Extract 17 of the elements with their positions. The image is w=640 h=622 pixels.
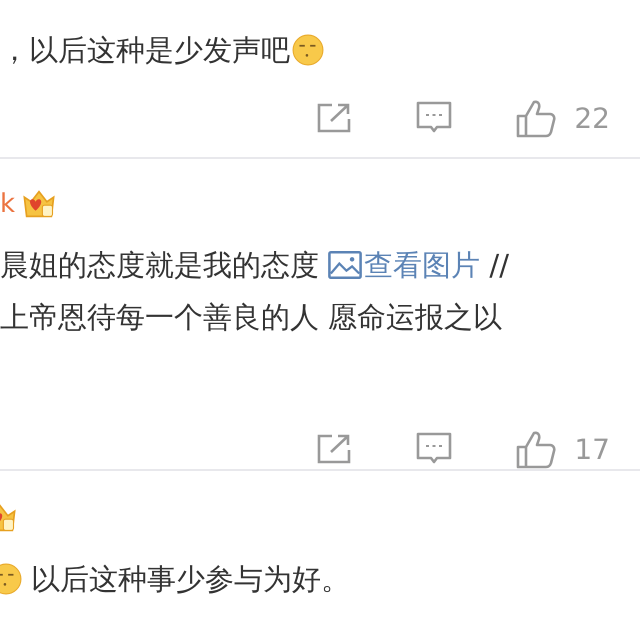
share-icon[interactable] xyxy=(316,101,352,135)
user-name[interactable]: k xyxy=(0,189,16,219)
comment-text: // xyxy=(488,247,509,284)
view-image-link[interactable]: 查看图片 xyxy=(328,239,480,291)
comment-icon[interactable] xyxy=(416,101,452,135)
comment-icon[interactable] xyxy=(416,432,452,466)
like-button[interactable]: 17 xyxy=(516,429,610,469)
share-icon[interactable] xyxy=(316,432,352,466)
comment-text: 以后这种事少参与为好。 xyxy=(30,561,350,598)
image-icon xyxy=(328,250,362,280)
like-button[interactable]: 22 xyxy=(516,98,610,138)
thumbs-up-icon xyxy=(516,429,556,469)
emoji-icon xyxy=(292,34,324,66)
comment-text: 晨姐的态度就是我的态度 xyxy=(0,247,320,284)
comment-text: 上帝恩待每一个善良的人 愿命运报之以 xyxy=(0,299,502,336)
thumbs-up-icon xyxy=(516,98,556,138)
comment-text: ，以后这种是少发声吧 xyxy=(0,32,290,69)
